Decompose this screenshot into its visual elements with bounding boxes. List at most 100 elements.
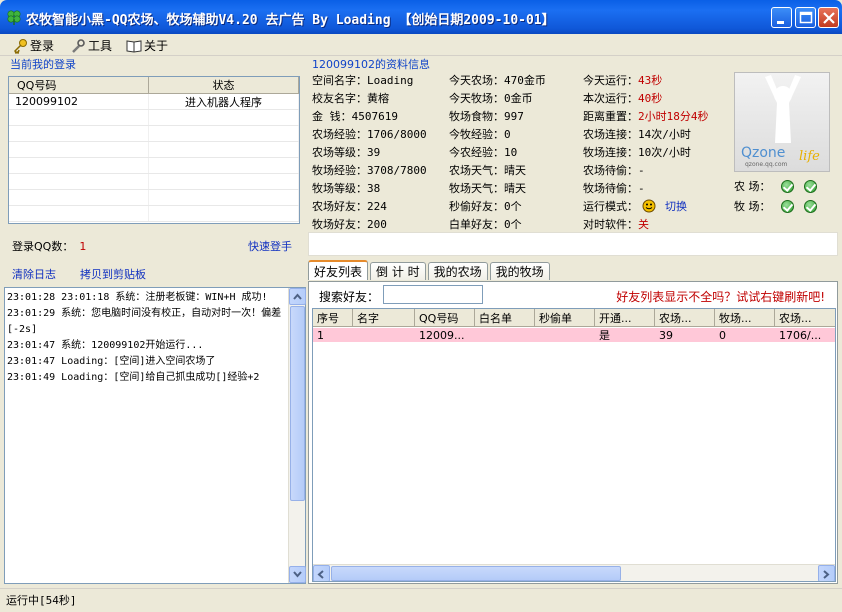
login-table: QQ号码 状态 120099102 进入机器人程序: [8, 76, 300, 224]
info-this-run: 本次运行：40秒: [583, 92, 663, 105]
friends-table-header: 序号 名字 QQ号码 白名单 秒偷单 开通... 农场... 牧场... 农场.…: [313, 309, 835, 327]
qzone-brand: Qzone: [741, 145, 786, 161]
column-ranch[interactable]: 牧场...: [715, 309, 775, 326]
info-time-sync: 对时软件：关: [583, 218, 649, 231]
menu-login-label: 登录: [30, 39, 55, 53]
title-bar: 农牧智能小黑-QQ农场、牧场辅助V4.20 去广告 By Loading 【创始…: [0, 0, 842, 34]
tab-bar: 好友列表 倒 计 时 我的农场 我的牧场: [308, 260, 552, 281]
maximize-icon: [799, 11, 813, 24]
log-line: 23:01:47 Loading：[空间]进入空间农场了: [7, 356, 216, 367]
log-panel[interactable]: 23:01:28 23:01:18 系统：注册老板键：WIN+H 成功! 23:…: [4, 287, 306, 584]
info-farm-exp: 农场经验：1706/8000: [312, 128, 427, 141]
tab-my-farm[interactable]: 我的农场: [427, 262, 488, 280]
column-opened[interactable]: 开通...: [595, 309, 655, 326]
column-status[interactable]: 状态: [149, 77, 299, 93]
cell-ranch: 0: [719, 328, 726, 342]
log-line: 23:01:47 系统：120099102开始运行...: [7, 340, 204, 351]
avatar: Qzone qzone.qq.com life: [734, 72, 830, 172]
menu-tools[interactable]: 工具: [70, 37, 112, 54]
ranch-check-icon[interactable]: [803, 199, 817, 213]
tab-my-ranch[interactable]: 我的牧场: [489, 262, 550, 280]
qzone-site: qzone.qq.com: [745, 161, 788, 168]
cell-whitelist: [475, 328, 535, 342]
cell-opened: 是: [599, 329, 610, 342]
scroll-right-button[interactable]: [818, 565, 835, 581]
info-ranch-connections: 牧场连接：10次/小时: [583, 146, 691, 159]
table-row[interactable]: 1 12009... 是 39 0 1706/...: [313, 328, 835, 342]
table-row: [9, 174, 299, 190]
minimize-button[interactable]: [771, 7, 792, 28]
scroll-left-button[interactable]: [313, 565, 330, 581]
table-row: [9, 206, 299, 222]
quick-login-link[interactable]: 快速登手: [248, 238, 292, 254]
table-hscrollbar[interactable]: [313, 564, 835, 581]
qzone-life: life: [799, 149, 820, 164]
column-name[interactable]: 名字: [353, 309, 415, 326]
column-index[interactable]: 序号: [313, 309, 353, 326]
chevron-up-icon: [293, 293, 302, 300]
column-farm-exp[interactable]: 农场...: [775, 309, 835, 326]
login-status-cell: 进入机器人程序: [149, 94, 299, 109]
scroll-thumb[interactable]: [290, 306, 305, 501]
info-today-farm-exp: 今农经验：10: [449, 146, 518, 159]
status-text: 运行中[54秒]: [6, 594, 77, 607]
cell-farm-exp: 1706/...: [779, 328, 822, 342]
log-scrollbar[interactable]: [288, 288, 306, 583]
smiley-icon: [642, 199, 655, 213]
table-row: [9, 142, 299, 158]
column-qq[interactable]: QQ号码: [415, 309, 475, 326]
farm-status-row: 农 场：: [734, 176, 817, 196]
info-money: 金 钱：4507619: [312, 110, 398, 123]
clover-app-icon: [7, 10, 21, 25]
friend-search-input[interactable]: [383, 285, 483, 304]
column-instant-steal[interactable]: 秒偷单: [535, 309, 595, 326]
info-today-run: 今天运行：43秒: [583, 74, 663, 87]
tab-countdown[interactable]: 倒 计 时: [370, 262, 426, 280]
status-bar: 运行中[54秒]: [0, 588, 842, 608]
menu-login[interactable]: 登录: [12, 37, 54, 54]
info-today-ranch-exp: 今牧经验：0: [449, 128, 511, 141]
hscroll-thumb[interactable]: [331, 566, 621, 581]
info-ranch-friends: 牧场好友：200: [312, 218, 387, 231]
scroll-up-button[interactable]: [289, 288, 306, 305]
refresh-tip: 好友列表显示不全吗？试试右键刷新吧!: [616, 290, 825, 304]
log-line: 23:01:49 Loading：[空间]给自己抓虫成功[]经验+2: [7, 372, 260, 383]
table-row[interactable]: 120099102 进入机器人程序: [9, 94, 299, 110]
cell-instant-steal: [535, 328, 595, 342]
info-space-name: 空间名字：Loading: [312, 74, 414, 87]
copy-log-link[interactable]: 拷贝到剪贴板: [80, 266, 146, 282]
column-whitelist[interactable]: 白名单: [475, 309, 535, 326]
ranch-status-label: 牧 场：: [734, 200, 771, 213]
search-label: 搜索好友：: [319, 290, 380, 304]
minimize-icon: [777, 21, 784, 24]
close-button[interactable]: [818, 7, 839, 28]
ranch-check-icon[interactable]: [780, 199, 794, 213]
info-today-ranch: 今天牧场：0金币: [449, 92, 533, 105]
book-icon: [126, 39, 142, 53]
switch-mode-link[interactable]: 切换: [665, 200, 687, 213]
key-icon: [14, 38, 27, 54]
info-run-mode: 运行模式： 切换: [583, 199, 687, 213]
table-row: [9, 126, 299, 142]
chevron-down-icon: [293, 571, 302, 578]
farm-check-icon[interactable]: [803, 179, 817, 193]
scroll-down-button[interactable]: [289, 566, 306, 583]
login-table-header: QQ号码 状态: [9, 77, 299, 94]
info-ranch-pending-steal: 牧场待偷：-: [583, 182, 645, 195]
menu-about[interactable]: 关于: [126, 37, 168, 54]
tab-friend-list[interactable]: 好友列表: [308, 260, 369, 280]
info-ranch-exp: 牧场经验：3708/7800: [312, 164, 427, 177]
column-qq[interactable]: QQ号码: [9, 77, 149, 93]
farm-check-icon[interactable]: [780, 179, 794, 193]
maximize-button[interactable]: [795, 7, 816, 28]
wrench-icon: [72, 38, 85, 53]
log-line: 23:01:28 23:01:18 系统：注册老板键：WIN+H 成功!: [7, 292, 268, 303]
info-farm-level: 农场等级：39: [312, 146, 381, 159]
clear-log-link[interactable]: 清除日志: [12, 266, 56, 282]
cell-farm: 39: [659, 328, 673, 342]
column-farm[interactable]: 农场...: [655, 309, 715, 326]
friends-table[interactable]: 序号 名字 QQ号码 白名单 秒偷单 开通... 农场... 牧场... 农场.…: [312, 308, 836, 582]
menu-tools-label: 工具: [88, 39, 113, 53]
time-sync-toggle[interactable]: 关: [638, 218, 649, 231]
login-qq-cell: 120099102: [9, 94, 149, 109]
